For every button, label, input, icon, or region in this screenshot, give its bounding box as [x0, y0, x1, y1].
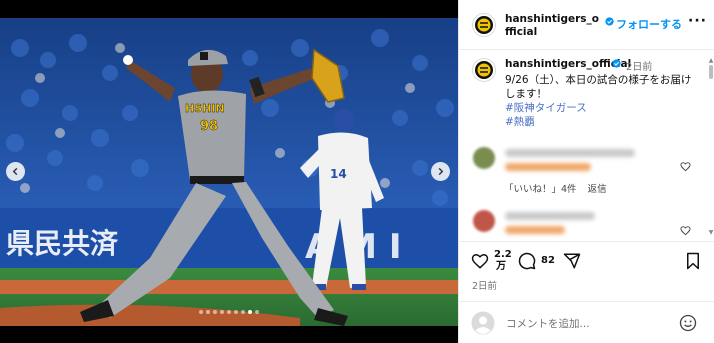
carousel-dot: [234, 310, 238, 314]
comment-like-icon[interactable]: [680, 161, 691, 172]
chevron-right-icon: [438, 167, 444, 176]
post-actions: 2.2 万 82 2日前: [459, 241, 714, 301]
post-header: hanshintigers_official フォローする ···: [459, 0, 714, 50]
carousel-dot: [199, 310, 203, 314]
carousel-dot: [206, 310, 210, 314]
comment-reply-button[interactable]: 返信: [588, 184, 607, 195]
comment-username-blurred: [505, 212, 595, 220]
comment-avatar[interactable]: [473, 147, 495, 169]
header-username[interactable]: hanshintigers_official: [505, 13, 603, 39]
tigers-logo-icon: [475, 61, 493, 79]
verified-badge-icon: [605, 17, 614, 26]
more-options-button[interactable]: ···: [688, 13, 707, 29]
comments-scrollbar[interactable]: ▲ ▼: [708, 58, 714, 236]
carousel-next-button[interactable]: [431, 162, 450, 181]
scroll-thumb[interactable]: [709, 65, 713, 79]
scroll-up-arrow[interactable]: ▲: [708, 58, 714, 64]
likes-count-line2: 万: [496, 261, 506, 272]
carousel-dot: [241, 310, 245, 314]
carousel-prev-button[interactable]: [6, 162, 25, 181]
comment-text-blurred: [505, 163, 591, 171]
chevron-left-icon: [12, 167, 18, 176]
profile-avatar[interactable]: [472, 13, 496, 37]
svg-text:14: 14: [330, 167, 347, 181]
comment-like-icon[interactable]: [680, 225, 691, 236]
comment-meta: 「いいね！」4件 返信: [504, 181, 607, 195]
hashtag-link[interactable]: #阪神タイガース: [505, 101, 701, 115]
jersey-number: 98: [200, 119, 218, 134]
likes-count: 2.2 万: [494, 249, 512, 273]
emoji-icon[interactable]: [679, 314, 697, 332]
follow-button[interactable]: フォローする: [616, 16, 682, 32]
verified-badge-icon: [612, 59, 621, 68]
comment-avatar[interactable]: [473, 210, 495, 232]
comment-username-blurred: [505, 149, 635, 157]
caption-time: 2日前: [626, 62, 653, 73]
caption-text-block: 9/26（土）、本日の試合の様子をお届けします！ #阪神タイガース #熱覇: [505, 73, 701, 129]
scroll-down-arrow[interactable]: ▼: [708, 230, 714, 236]
comment-bar: コメントを追加...: [459, 301, 714, 343]
carousel-dot: [213, 310, 217, 314]
jersey-text: HSHIN: [185, 102, 225, 115]
comment-likes[interactable]: 「いいね！」4件: [504, 184, 577, 195]
carousel-dot: [220, 310, 224, 314]
user-avatar-icon: [471, 311, 495, 335]
comment-input[interactable]: コメントを追加...: [506, 316, 590, 331]
caption-avatar[interactable]: [472, 58, 496, 82]
hashtag-link[interactable]: #熱覇: [505, 115, 701, 129]
comment-icon[interactable]: [518, 252, 536, 270]
post-date: 2日前: [472, 281, 498, 292]
caption-text: 9/26（土）、本日の試合の様子をお届けします！: [505, 74, 692, 100]
post-photo: 県民共済 A M I 14: [0, 18, 458, 326]
carousel-indicator: [0, 310, 458, 314]
comment-text-blurred: [505, 226, 565, 234]
post-media: 県民共済 A M I 14: [0, 0, 458, 343]
comments-count: 82: [541, 255, 555, 266]
likes-count-line1: 2.2: [494, 249, 512, 260]
carousel-dot: [255, 310, 259, 314]
carousel-dot-active: [248, 310, 252, 314]
heart-icon[interactable]: [471, 252, 489, 270]
share-icon[interactable]: [563, 252, 581, 270]
carousel-dot: [227, 310, 231, 314]
tigers-logo-icon: [475, 16, 493, 34]
banner-left-text: 県民共済: [6, 227, 119, 260]
bookmark-icon[interactable]: [685, 252, 701, 270]
post-side-panel: hanshintigers_official フォローする ··· hanshi…: [458, 0, 714, 343]
instagram-post: 県民共済 A M I 14: [0, 0, 714, 343]
